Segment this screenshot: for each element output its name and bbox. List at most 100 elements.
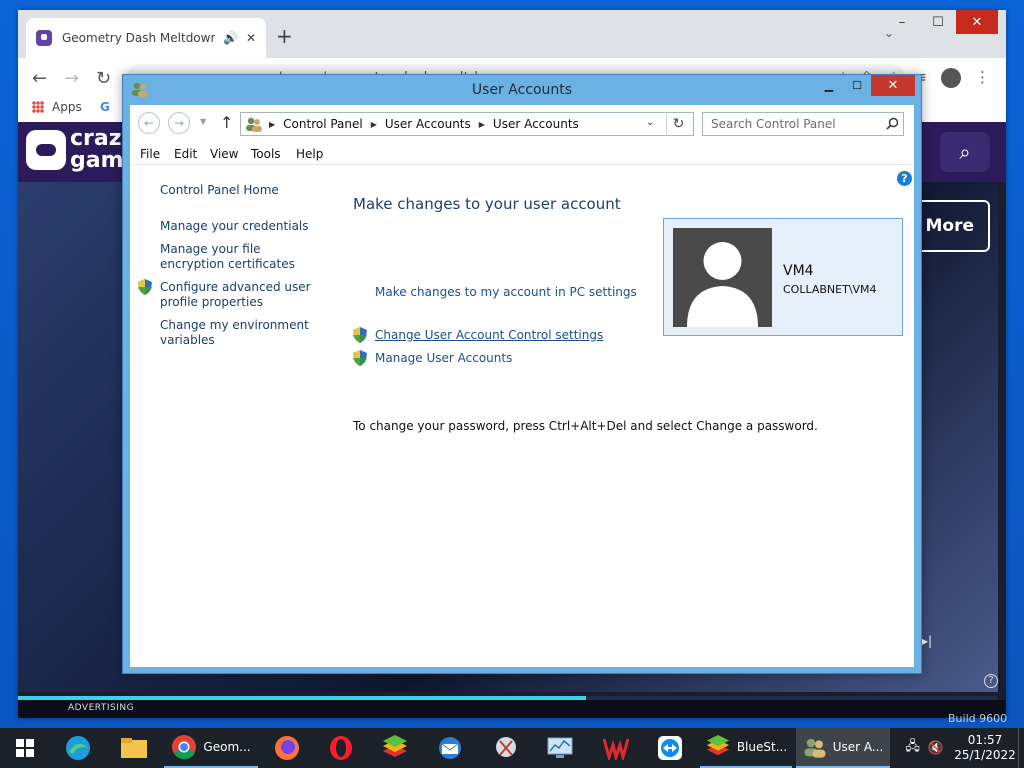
teamviewer-taskbar-icon[interactable] bbox=[644, 728, 696, 768]
uac-shield-icon bbox=[353, 350, 367, 366]
advanced-user-profile-link[interactable]: Configure advanced user profile properti… bbox=[160, 280, 320, 310]
menu-file[interactable]: File bbox=[140, 147, 160, 161]
browser-tab[interactable]: Geometry Dash Meltdown - 🔊 ✕ bbox=[26, 18, 266, 58]
window-client-area: ← → ▼ ↑ ▶ Control Panel ▶ User Accounts … bbox=[130, 105, 914, 667]
pc-settings-link[interactable]: Make changes to my account in PC setting… bbox=[375, 285, 637, 299]
speaker-icon[interactable]: 🔊 bbox=[223, 31, 238, 45]
breadcrumb-user-accounts[interactable]: User Accounts bbox=[385, 117, 471, 131]
opera-taskbar-icon[interactable] bbox=[316, 728, 366, 768]
menu-bar: File Edit View Tools Help bbox=[130, 141, 914, 165]
minimize-button[interactable]: ▁ bbox=[815, 75, 843, 96]
password-change-note: To change your password, press Ctrl+Alt+… bbox=[353, 419, 818, 433]
firefox-taskbar-icon[interactable] bbox=[262, 728, 312, 768]
volume-muted-icon[interactable]: 🔇 bbox=[928, 741, 944, 756]
new-tab-button[interactable]: + bbox=[276, 24, 293, 48]
resource-monitor-taskbar-icon[interactable] bbox=[534, 728, 586, 768]
change-uac-settings-link[interactable]: Change User Account Control settings bbox=[375, 328, 603, 342]
forward-arrow-icon[interactable]: → bbox=[64, 68, 79, 89]
user-accounts-icon bbox=[804, 738, 826, 758]
recent-locations-chevron-icon[interactable]: ▼ bbox=[200, 117, 206, 126]
search-control-panel-input[interactable]: Search Control Panel bbox=[702, 112, 904, 136]
advertising-strip: ADVERTISING bbox=[18, 700, 1006, 718]
menu-tools[interactable]: Tools bbox=[251, 147, 281, 161]
window-titlebar[interactable]: User Accounts ▁ ☐ ✕ bbox=[123, 75, 921, 105]
mail-taskbar-icon[interactable] bbox=[424, 728, 476, 768]
firefox-icon bbox=[275, 736, 299, 760]
site-search-icon[interactable]: ⌕ bbox=[940, 132, 990, 172]
monitor-chart-icon bbox=[547, 737, 573, 758]
up-arrow-icon[interactable]: ↑ bbox=[220, 113, 233, 132]
taskbar: Geom... BlueSt... User A... 🖧 🔇 01:57 25… bbox=[0, 728, 1024, 768]
breadcrumb-separator-icon[interactable]: ▶ bbox=[371, 120, 377, 129]
user-name: VM4 bbox=[783, 263, 814, 279]
breadcrumb-control-panel[interactable]: Control Panel bbox=[283, 117, 363, 131]
maximize-button[interactable]: ☐ bbox=[843, 75, 871, 96]
edge-taskbar-icon[interactable] bbox=[52, 728, 104, 768]
clock-date: 25/1/2022 bbox=[954, 748, 1016, 762]
menu-view[interactable]: View bbox=[210, 147, 238, 161]
back-button[interactable]: ← bbox=[138, 112, 160, 134]
breadcrumb-separator-icon[interactable]: ▶ bbox=[269, 120, 275, 129]
address-breadcrumb[interactable]: ▶ Control Panel ▶ User Accounts ▶ User A… bbox=[240, 112, 694, 136]
breadcrumb-user-accounts-current[interactable]: User Accounts bbox=[493, 117, 579, 131]
crazygames-logo-icon[interactable] bbox=[26, 130, 66, 170]
user-accounts-taskbar-button[interactable]: User A... bbox=[796, 728, 890, 768]
apps-grid-icon bbox=[32, 101, 44, 113]
refresh-button[interactable]: ↻ bbox=[666, 112, 690, 136]
browser-maximize-button[interactable]: ☐ bbox=[920, 10, 956, 34]
tab-close-icon[interactable]: ✕ bbox=[246, 31, 256, 45]
manage-credentials-link[interactable]: Manage your credentials bbox=[160, 219, 320, 234]
crazygames-logo-text: crazy games bbox=[70, 128, 130, 172]
browser-close-button[interactable]: ✕ bbox=[956, 10, 998, 34]
network-icon[interactable]: 🖧 bbox=[905, 737, 920, 759]
help-circle-icon[interactable]: ? bbox=[984, 674, 998, 688]
browser-menu-icon[interactable]: ⋮ bbox=[975, 68, 990, 88]
mail-globe-icon bbox=[439, 737, 461, 759]
bluestacks-taskbar-button[interactable]: BlueSt... bbox=[700, 728, 792, 768]
wps-icon bbox=[603, 738, 629, 760]
teamviewer-icon bbox=[658, 736, 682, 760]
google-bookmark-icon[interactable]: G bbox=[100, 100, 110, 114]
chrome-taskbar-button[interactable]: Geom... bbox=[164, 728, 258, 768]
uac-shield-icon bbox=[138, 279, 152, 295]
bookmark-apps[interactable]: Apps bbox=[32, 100, 82, 114]
edge-icon bbox=[66, 736, 90, 760]
menu-help[interactable]: Help bbox=[296, 147, 323, 161]
search-icon[interactable] bbox=[886, 117, 899, 130]
control-panel-home-link[interactable]: Control Panel Home bbox=[160, 183, 320, 198]
build-watermark: Build 9600 bbox=[948, 712, 1008, 725]
forward-button[interactable]: → bbox=[168, 112, 190, 134]
windows-logo-icon bbox=[16, 739, 34, 757]
browser-minimize-button[interactable]: – bbox=[884, 10, 920, 34]
environment-variables-link[interactable]: Change my environment variables bbox=[160, 318, 320, 348]
user-avatar bbox=[673, 228, 772, 327]
left-navigation-pane: Control Panel Home Manage your credentia… bbox=[130, 165, 340, 655]
window-title: User Accounts bbox=[471, 82, 573, 98]
page-title: Make changes to your user account bbox=[353, 195, 621, 213]
wps-office-taskbar-icon[interactable] bbox=[590, 728, 642, 768]
window-controls: ▁ ☐ ✕ bbox=[815, 75, 915, 97]
manage-user-accounts-link[interactable]: Manage User Accounts bbox=[375, 351, 512, 365]
user-domain: COLLABNET\VM4 bbox=[783, 283, 877, 296]
snipping-tool-taskbar-icon[interactable] bbox=[480, 728, 532, 768]
file-encryption-certificates-link[interactable]: Manage your file encryption certificates bbox=[160, 242, 320, 272]
apps-label: Apps bbox=[52, 100, 82, 114]
chrome-icon bbox=[172, 735, 197, 760]
profile-avatar[interactable] bbox=[941, 68, 961, 88]
show-desktop-button[interactable] bbox=[1018, 728, 1024, 768]
tab-title: Geometry Dash Meltdown - bbox=[62, 31, 215, 45]
start-button[interactable] bbox=[0, 728, 50, 768]
user-accounts-taskbar-label: User A... bbox=[832, 740, 884, 754]
file-explorer-taskbar-icon[interactable] bbox=[108, 728, 160, 768]
user-account-card: VM4 COLLABNET\VM4 bbox=[663, 218, 903, 336]
breadcrumb-separator-icon[interactable]: ▶ bbox=[479, 120, 485, 129]
reload-icon[interactable]: ↻ bbox=[96, 68, 111, 89]
clock-time: 01:57 bbox=[967, 733, 1003, 747]
back-arrow-icon[interactable]: ← bbox=[32, 68, 47, 89]
close-button[interactable]: ✕ bbox=[871, 75, 915, 96]
advertising-label: ADVERTISING bbox=[68, 703, 135, 713]
clock[interactable]: 01:57 25/1/2022 bbox=[952, 733, 1018, 763]
menu-edit[interactable]: Edit bbox=[174, 147, 197, 161]
opera-icon bbox=[330, 736, 352, 760]
bluestacks-pinned-icon[interactable] bbox=[370, 728, 420, 768]
